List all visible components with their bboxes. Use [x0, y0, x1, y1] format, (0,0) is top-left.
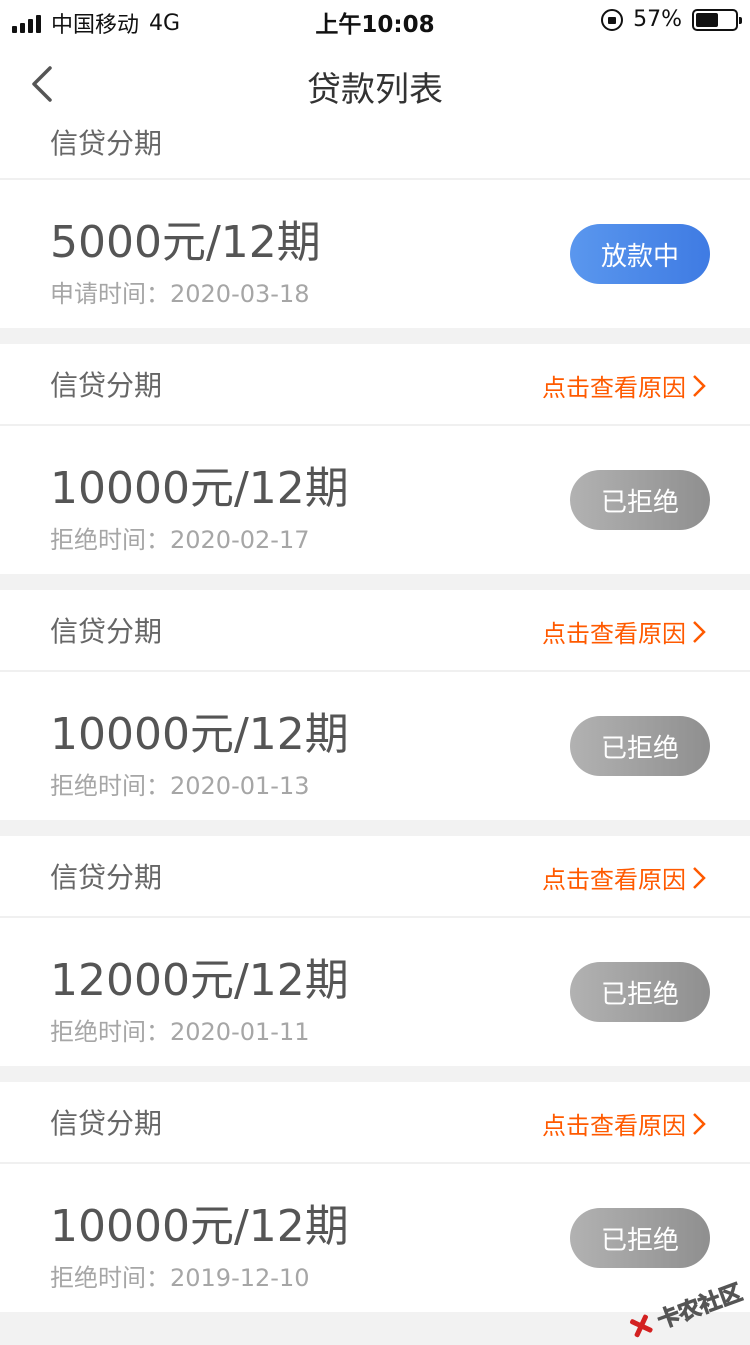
loan-amount: 5000元/12期: [50, 217, 321, 268]
loan-date-line: 拒绝时间：2020-02-17: [50, 520, 309, 555]
date-value: 2020-01-11: [170, 1018, 310, 1046]
status-bar: 中国移动 4G 上午10:08 57%: [0, 0, 750, 40]
date-label: 拒绝时间：: [50, 1018, 170, 1046]
loan-card-body: 10000元/12期 拒绝时间：2020-02-17 已拒绝: [0, 426, 750, 574]
chevron-right-icon: [693, 1112, 706, 1135]
battery-percent: 57%: [633, 7, 682, 32]
loan-amount: 10000元/12期: [50, 1201, 349, 1252]
date-value: 2020-01-13: [170, 772, 310, 800]
view-reason-label: 点击查看原因: [542, 620, 686, 648]
card-type-label: 信贷分期: [50, 369, 163, 402]
chevron-right-icon: [693, 866, 706, 889]
card-type-label: 信贷分期: [50, 1107, 163, 1140]
loan-card-body: 10000元/12期 拒绝时间：2019-12-10 已拒绝: [0, 1164, 750, 1312]
status-button-rejected[interactable]: 已拒绝: [570, 1208, 710, 1268]
chevron-right-icon: [693, 620, 706, 643]
date-label: 拒绝时间：: [50, 526, 170, 554]
loan-card: 信贷分期 点击查看原因 12000元/12期 拒绝时间：2020-01-11 已…: [0, 836, 750, 1066]
battery-level: [696, 12, 718, 27]
page-title: 贷款列表: [307, 70, 443, 110]
loan-card: 信贷分期 点击查看原因 10000元/12期 拒绝时间：2020-01-13 已…: [0, 590, 750, 820]
status-button-rejected[interactable]: 已拒绝: [570, 962, 710, 1022]
date-value: 2020-03-18: [170, 280, 310, 308]
nav-bar: 贷款列表: [0, 40, 750, 128]
view-reason-link[interactable]: 点击查看原因: [542, 614, 706, 649]
loan-date-line: 拒绝时间：2020-01-13: [50, 766, 309, 801]
status-right: 57%: [601, 7, 742, 32]
loan-card-header: 信贷分期 点击查看原因: [0, 590, 750, 670]
loan-date-line: 拒绝时间：2019-12-10: [50, 1258, 309, 1293]
loan-card-header: 信贷分期 点击查看原因: [0, 344, 750, 424]
view-reason-label: 点击查看原因: [542, 866, 686, 894]
loan-card-body: 5000元/12期 申请时间：2020-03-18 放款中: [0, 180, 750, 328]
loan-card: 信贷分期 点击查看原因 10000元/12期 拒绝时间：2020-02-17 已…: [0, 344, 750, 574]
date-label: 申请时间：: [50, 280, 170, 308]
view-reason-link[interactable]: 点击查看原因: [542, 368, 706, 403]
loan-card-header: 信贷分期 点击查看原因: [0, 836, 750, 916]
battery-icon: [692, 8, 742, 31]
loan-card[interactable]: 5000元/12期 申请时间：2020-03-18 放款中: [0, 180, 750, 328]
loan-date-line: 拒绝时间：2020-01-11: [50, 1012, 309, 1047]
date-value: 2019-12-10: [170, 1264, 310, 1292]
card-type-label: 信贷分期: [50, 861, 163, 894]
loan-card-body: 10000元/12期 拒绝时间：2020-01-13 已拒绝: [0, 672, 750, 820]
view-reason-link[interactable]: 点击查看原因: [542, 1106, 706, 1141]
status-button-disbursing[interactable]: 放款中: [570, 224, 710, 284]
date-label: 拒绝时间：: [50, 772, 170, 800]
watermark-logo-icon: [625, 1311, 656, 1342]
card-type-label: 信贷分期: [50, 615, 163, 648]
loan-amount: 12000元/12期: [50, 955, 349, 1006]
loan-date-line: 申请时间：2020-03-18: [50, 274, 309, 309]
card-header-partial: 信贷分期: [0, 127, 750, 178]
view-reason-link[interactable]: 点击查看原因: [542, 860, 706, 895]
date-label: 拒绝时间：: [50, 1264, 170, 1292]
view-reason-label: 点击查看原因: [542, 374, 686, 402]
loan-card-header: 信贷分期 点击查看原因: [0, 1082, 750, 1162]
card-type-label: 信贷分期: [50, 127, 163, 160]
chevron-right-icon: [693, 374, 706, 397]
loan-amount: 10000元/12期: [50, 709, 349, 760]
date-value: 2020-02-17: [170, 526, 310, 554]
loan-amount: 10000元/12期: [50, 463, 349, 514]
loan-card-body: 12000元/12期 拒绝时间：2020-01-11 已拒绝: [0, 918, 750, 1066]
status-button-rejected[interactable]: 已拒绝: [570, 716, 710, 776]
status-button-rejected[interactable]: 已拒绝: [570, 470, 710, 530]
view-reason-label: 点击查看原因: [542, 1112, 686, 1140]
loan-card: 信贷分期 点击查看原因 10000元/12期 拒绝时间：2019-12-10 已…: [0, 1082, 750, 1312]
orientation-lock-icon: [601, 8, 624, 31]
